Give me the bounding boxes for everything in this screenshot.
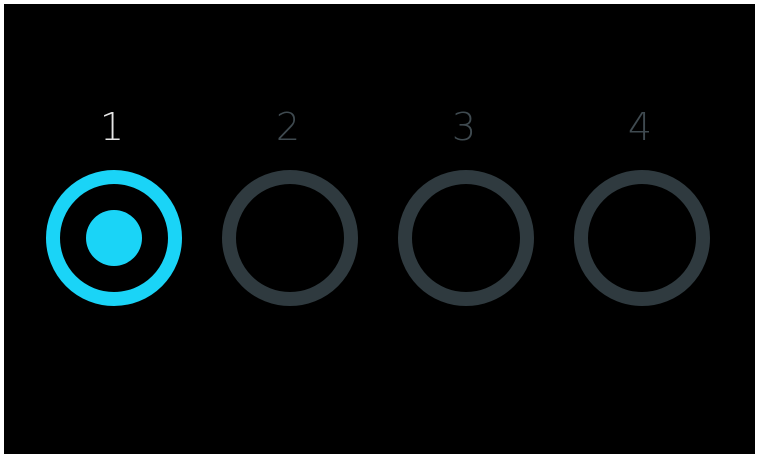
slot-label: 3 — [451, 105, 477, 149]
selected-dot-icon — [86, 210, 142, 266]
radio-empty-icon[interactable] — [222, 170, 358, 306]
slot-4[interactable]: 4 — [570, 102, 710, 312]
radio-empty-icon[interactable] — [398, 170, 534, 306]
slot-2[interactable]: 2 — [218, 102, 358, 312]
slot-1[interactable]: 1 — [42, 102, 182, 312]
device-screen: 1 2 3 4 — [4, 4, 755, 454]
slot-label: 1 — [99, 105, 125, 149]
slot-label: 4 — [627, 105, 653, 149]
radio-empty-icon[interactable] — [574, 170, 710, 306]
radio-selected-icon[interactable] — [46, 170, 182, 306]
position-selector: 1 2 3 4 — [4, 4, 755, 454]
slot-label: 2 — [275, 105, 301, 149]
slot-3[interactable]: 3 — [394, 102, 534, 312]
